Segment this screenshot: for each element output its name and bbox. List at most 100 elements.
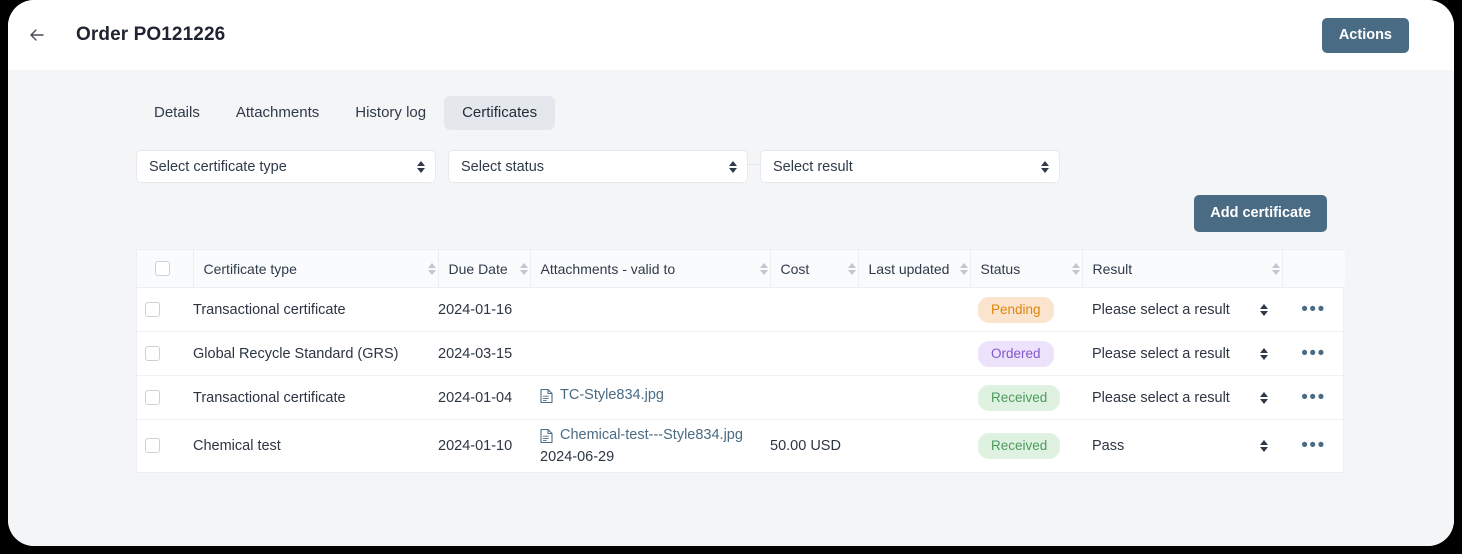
sort-icon[interactable] bbox=[759, 262, 768, 275]
table-body: Transactional certificate 2024-01-16 Pen… bbox=[137, 288, 1345, 472]
attachment-link[interactable]: TC-Style834.jpg bbox=[560, 387, 664, 403]
document-icon bbox=[540, 428, 553, 448]
cell-cost bbox=[770, 376, 858, 420]
tab-attachments[interactable]: Attachments bbox=[218, 96, 337, 130]
attachment-valid-to: 2024-06-29 bbox=[540, 448, 615, 465]
cell-status: Ordered bbox=[970, 332, 1082, 376]
row-result-value: Please select a result bbox=[1092, 389, 1230, 406]
table-row: Transactional certificate 2024-01-16 Pen… bbox=[137, 288, 1345, 332]
cell-due-date: 2024-01-04 bbox=[438, 389, 513, 406]
row-result-value: Please select a result bbox=[1092, 301, 1230, 318]
actions-button[interactable]: Actions bbox=[1321, 18, 1409, 53]
cell-certificate-type: Transactional certificate bbox=[193, 389, 346, 406]
certificate-type-select-value: Select certificate type bbox=[149, 158, 287, 175]
cell-last-updated bbox=[858, 376, 970, 420]
row-select-cell bbox=[137, 332, 193, 376]
row-checkbox[interactable] bbox=[145, 346, 160, 361]
sort-icon[interactable] bbox=[427, 262, 436, 275]
row-select-cell bbox=[137, 376, 193, 420]
row-result-select[interactable]: Please select a result bbox=[1082, 302, 1282, 318]
certificate-type-select[interactable]: Select certificate type bbox=[136, 150, 436, 183]
cell-due-date: 2024-01-16 bbox=[438, 301, 513, 318]
status-select[interactable]: Select status bbox=[448, 150, 748, 183]
row-overflow-menu-button[interactable]: ••• bbox=[1282, 388, 1345, 407]
header-due-date: Due Date bbox=[437, 250, 530, 288]
header-label: Due Date bbox=[448, 260, 508, 277]
row-checkbox[interactable] bbox=[145, 390, 160, 405]
header-result: Result bbox=[1081, 250, 1282, 288]
cell-result: Please select a result bbox=[1082, 376, 1282, 420]
cell-row-menu: ••• bbox=[1282, 332, 1345, 376]
page-title: Order PO121226 bbox=[76, 24, 226, 45]
certificates-table-container: Certificate type Due Date Attachments - … bbox=[136, 249, 1345, 473]
tab-certificates[interactable]: Certificates bbox=[444, 96, 556, 130]
tab-bar: Details Attachments History log Certific… bbox=[136, 96, 556, 130]
chevron-updown-icon bbox=[1260, 347, 1268, 360]
header-cost: Cost bbox=[769, 250, 858, 288]
row-result-value: Please select a result bbox=[1092, 345, 1230, 362]
header-label: Result bbox=[1092, 260, 1133, 277]
status-badge: Received bbox=[978, 384, 1061, 411]
cell-due-date: 2024-03-15 bbox=[438, 345, 513, 362]
row-checkbox[interactable] bbox=[145, 302, 160, 317]
chevron-updown-icon bbox=[1260, 303, 1268, 316]
attachment-link[interactable]: Chemical-test---Style834.jpg bbox=[560, 427, 743, 443]
cell-row-menu: ••• bbox=[1282, 420, 1345, 472]
row-result-select[interactable]: Please select a result bbox=[1082, 346, 1282, 362]
cell-attachment: Chemical-test---Style834.jpg 2024-06-29 bbox=[530, 420, 770, 472]
table-row: Chemical test 2024-01-10 Chemical-test--… bbox=[137, 420, 1345, 472]
tab-details[interactable]: Details bbox=[136, 96, 218, 130]
header-certificate-type: Certificate type bbox=[192, 250, 438, 288]
header-label: Certificate type bbox=[203, 260, 297, 277]
chevron-updown-icon bbox=[1260, 391, 1268, 404]
cell-status: Received bbox=[970, 420, 1082, 472]
cell-attachment bbox=[530, 288, 770, 332]
result-select[interactable]: Select result bbox=[760, 150, 1060, 183]
select-all-header bbox=[137, 250, 193, 288]
status-badge: Received bbox=[978, 432, 1061, 459]
header-label: Status bbox=[980, 260, 1021, 277]
table-row: Transactional certificate 2024-01-04 TC-… bbox=[137, 376, 1345, 420]
cell-cost: 50.00 USD bbox=[770, 437, 841, 454]
add-certificate-button[interactable]: Add certificate bbox=[1194, 195, 1327, 232]
result-select-value: Select result bbox=[773, 158, 853, 175]
sort-icon[interactable] bbox=[847, 262, 856, 275]
cell-cost bbox=[770, 288, 858, 332]
cell-result: Pass bbox=[1082, 420, 1282, 472]
status-select-value: Select status bbox=[461, 158, 545, 175]
cell-due-date: 2024-01-10 bbox=[438, 437, 513, 454]
sort-icon[interactable] bbox=[959, 262, 968, 275]
row-overflow-menu-button[interactable]: ••• bbox=[1282, 436, 1345, 455]
row-select-cell bbox=[137, 420, 193, 472]
filter-bar: Select certificate type Select status Se… bbox=[136, 150, 1060, 183]
row-overflow-menu-button[interactable]: ••• bbox=[1282, 344, 1345, 363]
row-result-select[interactable]: Please select a result bbox=[1082, 390, 1282, 406]
row-result-select[interactable]: Pass bbox=[1082, 438, 1282, 454]
sort-icon[interactable] bbox=[1071, 262, 1080, 275]
tab-history-log[interactable]: History log bbox=[337, 96, 444, 130]
cell-row-menu: ••• bbox=[1282, 376, 1345, 420]
row-overflow-menu-button[interactable]: ••• bbox=[1282, 300, 1345, 319]
header-label: Cost bbox=[780, 260, 810, 277]
back-arrow-icon[interactable] bbox=[20, 18, 54, 52]
cell-last-updated bbox=[858, 420, 970, 472]
content-area: Details Attachments History log Certific… bbox=[8, 70, 1454, 546]
header-label: Last updated bbox=[868, 260, 950, 277]
table-row: Global Recycle Standard (GRS) 2024-03-15… bbox=[137, 332, 1345, 376]
top-bar: Order PO121226 Actions bbox=[8, 0, 1454, 70]
cell-result: Please select a result bbox=[1082, 288, 1282, 332]
cell-result: Please select a result bbox=[1082, 332, 1282, 376]
table-header-row: Certificate type Due Date Attachments - … bbox=[137, 250, 1345, 288]
cell-certificate-type: Global Recycle Standard (GRS) bbox=[193, 345, 399, 362]
cell-row-menu: ••• bbox=[1282, 288, 1345, 332]
document-icon bbox=[540, 388, 553, 408]
select-all-checkbox[interactable] bbox=[155, 261, 170, 276]
chevron-updown-icon bbox=[1260, 439, 1268, 452]
row-checkbox[interactable] bbox=[145, 438, 160, 454]
sort-icon[interactable] bbox=[1271, 262, 1280, 275]
cell-last-updated bbox=[858, 332, 970, 376]
cell-status: Pending bbox=[970, 288, 1082, 332]
app-window: Order PO121226 Actions Details Attachmen… bbox=[8, 0, 1454, 546]
header-attachments: Attachments - valid to bbox=[529, 250, 770, 288]
sort-icon[interactable] bbox=[519, 262, 528, 275]
